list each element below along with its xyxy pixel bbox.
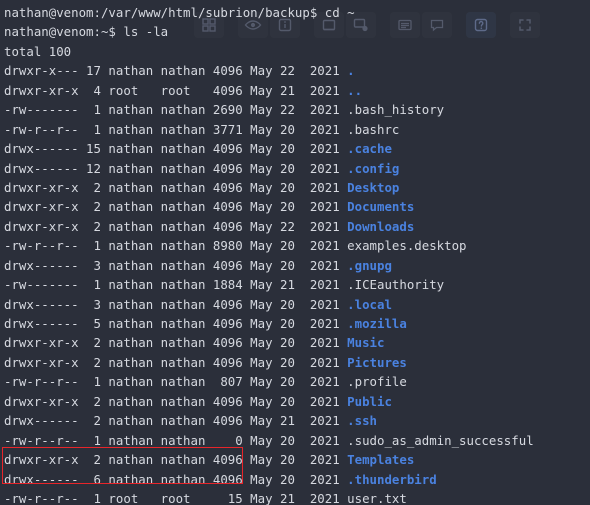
directory-name: .ssh [347,413,377,429]
directory-name: Public [347,393,392,409]
directory-name: .config [347,160,400,176]
directory-name: . [347,63,355,79]
file-metadata: drwxr-xr-x 4 root root 4096 May 21 2021 [4,82,348,98]
directory-name: Pictures [347,354,407,370]
help-icon[interactable] [466,12,496,38]
file-metadata: drwx------ 3 nathan nathan 4096 May 20 2… [4,296,348,312]
file-metadata: -rw-r--r-- 1 root root 15 May 21 2021 [4,490,348,505]
file-metadata: drwx------ 15 nathan nathan 4096 May 20 … [4,141,348,157]
file-listing-row: drwxr-xr-x 2 nathan nathan 4096 May 20 2… [4,392,590,411]
shell-prompt: nathan@venom:~$ [4,24,124,40]
file-name: .sudo_as_admin_successful [347,432,534,448]
file-metadata: drwxr-xr-x 2 nathan nathan 4096 May 20 2… [4,452,348,468]
file-metadata: -rw-r--r-- 1 nathan nathan 3771 May 20 2… [4,121,348,137]
file-metadata: drwxr-xr-x 2 nathan nathan 4096 May 20 2… [4,179,348,195]
file-name: .profile [347,374,407,390]
file-listing-row: drwx------ 15 nathan nathan 4096 May 20 … [4,139,590,158]
file-metadata: drwx------ 12 nathan nathan 4096 May 20 … [4,160,348,176]
terminal-output: nathan@venom:/var/www/html/subrion/backu… [4,3,590,505]
file-metadata: drwx------ 6 nathan nathan 4096 May 20 2… [4,471,348,487]
file-metadata: drwxr-xr-x 2 nathan nathan 4096 May 20 2… [4,335,348,351]
screen-share-icon[interactable] [346,12,376,38]
directory-name: .cache [347,141,392,157]
file-metadata: drwxr-xr-x 2 nathan nathan 4096 May 20 2… [4,199,348,215]
shell-command: ls -la [123,24,169,40]
file-listing-row: -rw-r--r-- 1 nathan nathan 8980 May 20 2… [4,236,590,255]
file-listing-row: drwx------ 2 nathan nathan 4096 May 21 2… [4,411,590,430]
file-listing-row: drwx------ 6 nathan nathan 4096 May 20 2… [4,470,590,489]
chat-icon[interactable] [422,12,452,38]
toolbar-separator-5 [498,12,508,38]
directory-name: Downloads [347,218,415,234]
file-listing-row: drwxr-xr-x 2 nathan nathan 4096 May 20 2… [4,353,590,372]
file-listing-row: drwx------ 12 nathan nathan 4096 May 20 … [4,159,590,178]
grid-icon[interactable] [194,12,224,38]
file-listing-row: drwxr-xr-x 2 nathan nathan 4096 May 20 2… [4,178,590,197]
list-icon[interactable] [390,12,420,38]
file-metadata: -rw-r--r-- 1 nathan nathan 0 May 20 2021 [4,432,348,448]
terminal-output-line: total 100 [4,42,590,61]
file-metadata: drwxr-xr-x 2 nathan nathan 4096 May 20 2… [4,393,348,409]
file-metadata: -rw------- 1 nathan nathan 2690 May 22 2… [4,102,348,118]
toolbar-separator-1 [226,12,236,38]
fullscreen-icon[interactable] [510,12,540,38]
directory-name: .thunderbird [347,471,437,487]
directory-name: Desktop [347,179,400,195]
file-metadata: drwxr-x--- 17 nathan nathan 4096 May 22 … [4,63,348,79]
output-text: total 100 [4,43,72,59]
file-name: .ICEauthority [347,277,445,293]
file-metadata: drwxr-xr-x 2 nathan nathan 4096 May 22 2… [4,218,348,234]
directory-name: Music [347,335,385,351]
directory-name: .. [347,82,363,98]
file-listing-row: drwx------ 5 nathan nathan 4096 May 20 2… [4,314,590,333]
file-listing-row: drwxr-xr-x 2 nathan nathan 4096 May 20 2… [4,197,590,216]
file-listing-row: drwxr-xr-x 2 nathan nathan 4096 May 22 2… [4,217,590,236]
file-metadata: -rw-r--r-- 1 nathan nathan 807 May 20 20… [4,374,348,390]
file-metadata: drwxr-xr-x 2 nathan nathan 4096 May 20 2… [4,354,348,370]
file-name: .bashrc [347,121,400,137]
toolbar-separator-4 [454,12,464,38]
file-listing-row: -rw------- 1 nathan nathan 1884 May 21 2… [4,275,590,294]
file-listing-row: drwx------ 3 nathan nathan 4096 May 20 2… [4,256,590,275]
file-metadata: -rw------- 1 nathan nathan 1884 May 21 2… [4,277,348,293]
file-listing-row: -rw-r--r-- 1 nathan nathan 0 May 20 2021… [4,431,590,450]
directory-name: .mozilla [347,316,407,331]
file-name: examples.desktop [347,238,467,254]
toolbar-separator-3 [378,12,388,38]
floating-toolbar[interactable] [194,12,540,38]
file-listing-row: -rw-r--r-- 1 nathan nathan 807 May 20 20… [4,372,590,391]
file-listing-row: -rw------- 1 nathan nathan 2690 May 22 2… [4,100,590,119]
file-name: user.txt [347,490,407,505]
file-listing-row: drwxr-xr-x 4 root root 4096 May 21 2021 … [4,81,590,100]
file-listing-row: drwxr-xr-x 2 nathan nathan 4096 May 20 2… [4,333,590,352]
file-listing-row: -rw-r--r-- 1 nathan nathan 3771 May 20 2… [4,120,590,139]
directory-name: .local [347,296,392,312]
window-icon[interactable] [314,12,344,38]
file-listing-row: -rw-r--r-- 1 root root 15 May 21 2021 us… [4,489,590,505]
directory-name: Templates [347,452,415,468]
file-listing-row: drwxr-xr-x 2 nathan nathan 4096 May 20 2… [4,450,590,469]
file-metadata: drwx------ 5 nathan nathan 4096 May 20 2… [4,316,348,331]
eye-icon[interactable] [238,12,268,38]
file-metadata: drwx------ 3 nathan nathan 4096 May 20 2… [4,257,348,273]
file-metadata: drwx------ 2 nathan nathan 4096 May 21 2… [4,413,348,429]
toolbar-separator-2 [302,12,312,38]
file-listing-row: drwxr-x--- 17 nathan nathan 4096 May 22 … [4,61,590,80]
directory-name: Documents [347,199,415,215]
file-listing-row: drwx------ 3 nathan nathan 4096 May 20 2… [4,295,590,314]
terminal-window[interactable]: nathan@venom:/var/www/html/subrion/backu… [0,0,590,505]
info-icon[interactable] [270,12,300,38]
directory-name: .gnupg [347,257,392,273]
file-metadata: -rw-r--r-- 1 nathan nathan 8980 May 20 2… [4,238,348,254]
file-name: .bash_history [347,102,445,118]
